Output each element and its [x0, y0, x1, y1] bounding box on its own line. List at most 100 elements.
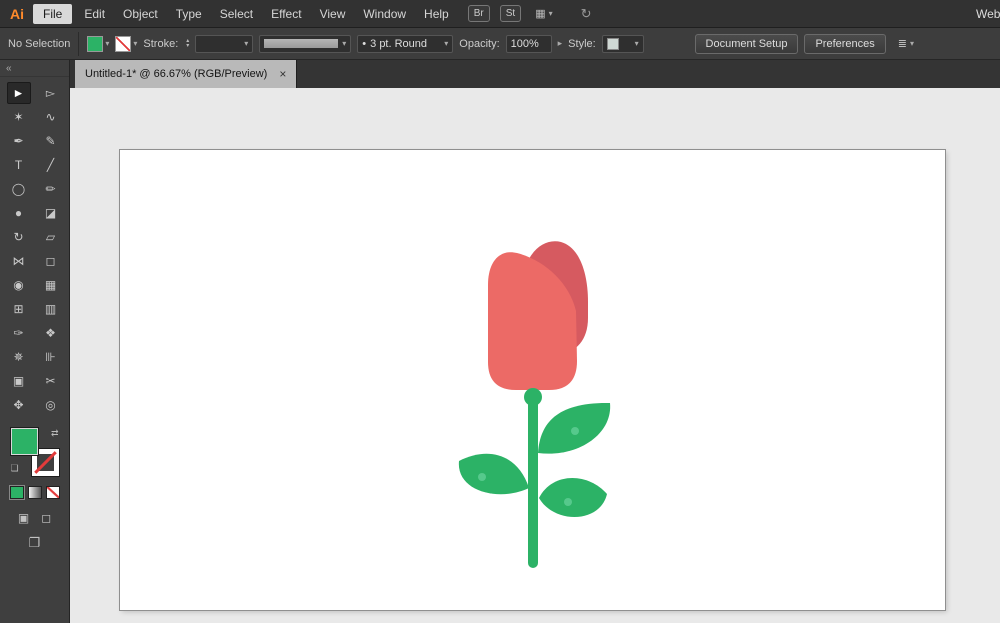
selection-status: No Selection	[8, 38, 70, 50]
chevron-down-icon: ▾	[910, 39, 914, 48]
line-segment-tool[interactable]: ╱	[39, 154, 63, 176]
none-button[interactable]	[46, 486, 60, 499]
workspace-label[interactable]: Web	[976, 0, 1000, 28]
pen-tool[interactable]: ✒	[7, 130, 31, 152]
mesh-tool[interactable]: ⊞	[7, 298, 31, 320]
width-profile-dropdown[interactable]: ▾	[259, 35, 351, 53]
ellipse-tool[interactable]: ◯	[7, 178, 31, 200]
close-icon[interactable]: ×	[279, 67, 286, 81]
menu-object[interactable]: Object	[114, 0, 167, 28]
stroke-none-swatch[interactable]	[115, 36, 131, 52]
artboard-tool[interactable]: ▣	[7, 370, 31, 392]
direct-selection-tool[interactable]: ▻	[39, 82, 63, 104]
blob-brush-tool[interactable]: ●	[7, 202, 31, 224]
menubar: Ai File Edit Object Type Select Effect V…	[0, 0, 1000, 28]
free-transform-tool[interactable]: ◻	[39, 250, 63, 272]
menu-file[interactable]: File	[33, 4, 72, 24]
brush-definition-value: 3 pt. Round	[370, 38, 440, 50]
leaf-left[interactable]	[459, 454, 529, 494]
shape-builder-tool[interactable]: ◉	[7, 274, 31, 296]
gradient-button[interactable]	[28, 486, 42, 499]
spinner-down-icon[interactable]: ▾	[186, 44, 189, 49]
canvas-pasteboard[interactable]	[70, 88, 1000, 623]
eraser-tool[interactable]: ◪	[39, 202, 63, 224]
align-icon[interactable]: ≣	[898, 37, 907, 50]
gradient-tool[interactable]: ▥	[39, 298, 63, 320]
menu-view[interactable]: View	[311, 0, 355, 28]
drawing-mode-buttons: ▣ ◻	[18, 511, 51, 525]
bridge-button[interactable]: Br	[468, 5, 490, 22]
color-button[interactable]	[10, 486, 24, 499]
stock-button[interactable]: St	[500, 5, 521, 22]
magic-wand-tool[interactable]: ✶	[7, 106, 31, 128]
sync-icon[interactable]: ↻	[581, 6, 592, 22]
rose-artwork[interactable]	[120, 150, 945, 610]
slice-tool[interactable]: ✂	[39, 370, 63, 392]
stroke-color-control[interactable]: ▾	[115, 36, 137, 52]
align-options-control[interactable]: ≣ ▾	[898, 37, 914, 50]
artboard[interactable]	[120, 150, 945, 610]
control-bar: No Selection ▾ ▾ Stroke: ▴ ▾ ▾ ▾ • 3 pt.…	[0, 28, 1000, 60]
style-label: Style:	[568, 38, 596, 50]
menu-help[interactable]: Help	[415, 0, 458, 28]
menu-effect[interactable]: Effect	[262, 0, 310, 28]
hand-tool[interactable]: ✥	[7, 394, 31, 416]
draw-behind-icon[interactable]: ◻	[41, 511, 51, 525]
style-dropdown[interactable]: ▾	[602, 35, 644, 53]
selection-tool[interactable]: ►	[7, 82, 31, 104]
draw-normal-icon[interactable]: ▣	[18, 511, 29, 525]
document-setup-button[interactable]: Document Setup	[695, 34, 799, 54]
leaf-highlight	[564, 498, 572, 506]
pencil-tool[interactable]: ✎	[39, 130, 63, 152]
brush-definition-dropdown[interactable]: • 3 pt. Round ▾	[357, 35, 453, 53]
tools-collapse-button[interactable]: «	[0, 60, 69, 77]
illustrator-window: Ai File Edit Object Type Select Effect V…	[0, 0, 1000, 623]
screen-mode-icon[interactable]: ❐	[29, 535, 41, 551]
chevron-down-icon: ▾	[444, 39, 448, 48]
column-graph-tool[interactable]: ⊪	[39, 346, 63, 368]
opacity-input[interactable]: 100%	[506, 35, 552, 53]
swap-fill-stroke-icon[interactable]: ⇄	[51, 428, 59, 439]
stroke-label: Stroke:	[143, 38, 178, 50]
blend-tool[interactable]: ❖	[39, 322, 63, 344]
rose-stem[interactable]	[528, 390, 538, 568]
eyedropper-tool[interactable]: ✑	[7, 322, 31, 344]
chevron-down-icon: ▾	[635, 39, 639, 48]
opacity-value: 100%	[511, 38, 539, 50]
leaf-highlight	[571, 427, 579, 435]
width-tool[interactable]: ⋈	[7, 250, 31, 272]
lasso-tool[interactable]: ∿	[39, 106, 63, 128]
document-area: Untitled-1* @ 66.67% (RGB/Preview) ×	[70, 60, 1000, 623]
leaf-lower-right[interactable]	[539, 478, 607, 517]
chevron-down-icon[interactable]: ▾	[105, 39, 109, 48]
workspace-switcher[interactable]: ▦ ▾	[535, 7, 552, 20]
chevron-down-icon[interactable]: ▾	[133, 39, 137, 48]
symbol-sprayer-tool[interactable]: ✵	[7, 346, 31, 368]
stroke-weight-stepper[interactable]: ▴ ▾	[186, 39, 189, 49]
paintbrush-tool[interactable]: ✏	[39, 178, 63, 200]
tools-panel: « ► ▻ ✶ ∿ ✒ ✎ T ╱ ◯ ✏ ● ◪ ↻ ▱ ⋈ ◻ ◉ ▦ ⊞	[0, 60, 70, 623]
zoom-tool[interactable]: ◎	[39, 394, 63, 416]
opacity-panel-arrow-icon[interactable]: ▸	[558, 38, 563, 49]
perspective-grid-tool[interactable]: ▦	[39, 274, 63, 296]
rotate-tool[interactable]: ↻	[7, 226, 31, 248]
chevron-down-icon: ▾	[244, 39, 248, 48]
document-tab-title: Untitled-1* @ 66.67% (RGB/Preview)	[85, 68, 267, 80]
leaf-highlight	[478, 473, 486, 481]
scale-tool[interactable]: ▱	[39, 226, 63, 248]
menu-select[interactable]: Select	[211, 0, 262, 28]
menu-type[interactable]: Type	[167, 0, 211, 28]
preferences-button[interactable]: Preferences	[804, 34, 885, 54]
opacity-label: Opacity:	[459, 38, 499, 50]
menu-edit[interactable]: Edit	[75, 0, 114, 28]
default-fill-stroke-icon[interactable]: ❏	[11, 463, 19, 474]
document-tab[interactable]: Untitled-1* @ 66.67% (RGB/Preview) ×	[75, 60, 297, 88]
workspace-grid-icon: ▦	[535, 7, 545, 20]
fill-swatch[interactable]	[87, 36, 103, 52]
type-tool[interactable]: T	[7, 154, 31, 176]
fill-color-swatch[interactable]	[11, 428, 38, 455]
fill-color-control[interactable]: ▾	[87, 36, 109, 52]
style-swatch	[607, 38, 619, 50]
menu-window[interactable]: Window	[354, 0, 415, 28]
stroke-weight-dropdown[interactable]: ▾	[195, 35, 253, 53]
